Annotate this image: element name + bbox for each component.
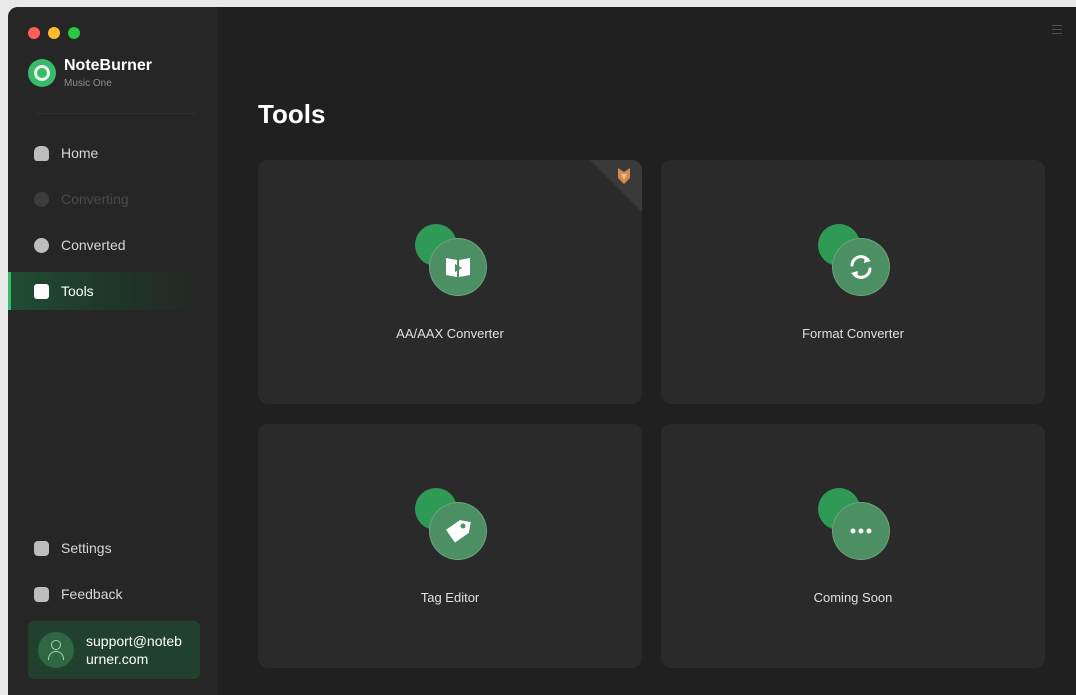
- sidebar-item-label: Feedback: [61, 586, 123, 602]
- user-icon: [38, 632, 74, 668]
- sidebar-item-feedback[interactable]: Feedback: [8, 575, 208, 613]
- clock-icon: [34, 237, 49, 253]
- sidebar-item-label: Converted: [61, 237, 126, 253]
- sidebar: NoteBurner Music One Home Converting Con…: [8, 7, 218, 695]
- tool-card-label: Coming Soon: [813, 590, 893, 605]
- tool-card-label: Tag Editor: [420, 590, 480, 605]
- brand: NoteBurner Music One: [28, 57, 152, 89]
- toolbox-icon: [34, 283, 49, 299]
- window-controls: [28, 27, 80, 39]
- sidebar-item-converting[interactable]: Converting: [8, 180, 208, 218]
- tool-card-label: Format Converter: [802, 326, 904, 341]
- sidebar-item-converted[interactable]: Converted: [8, 226, 208, 264]
- noteburner-logo-icon: [28, 59, 56, 87]
- main-content: Tools AA/AAX Converter Format Converter …: [218, 7, 1076, 695]
- tool-card-coming-soon[interactable]: Coming Soon: [661, 424, 1045, 668]
- sidebar-item-label: Converting: [61, 191, 129, 207]
- zoom-window-button[interactable]: [68, 27, 80, 39]
- sidebar-divider: [36, 113, 196, 114]
- user-email: support@noteburner.com: [86, 633, 182, 667]
- minimize-window-button[interactable]: [48, 27, 60, 39]
- app-name: NoteBurner: [64, 57, 153, 74]
- audiobook-play-icon: [429, 238, 487, 296]
- app-subtitle: Music One: [64, 78, 112, 89]
- more-dots-icon: [832, 502, 890, 560]
- sidebar-item-label: Settings: [61, 540, 112, 556]
- page-title: Tools: [258, 99, 326, 129]
- app-window: NoteBurner Music One Home Converting Con…: [8, 7, 1076, 695]
- fox-pro-badge-icon: [590, 160, 642, 212]
- sidebar-item-tools[interactable]: Tools: [8, 272, 208, 310]
- tool-card-label: AA/AAX Converter: [396, 326, 504, 341]
- mail-icon: [34, 586, 49, 602]
- gear-icon: [34, 540, 49, 556]
- user-account-card[interactable]: support@noteburner.com: [28, 621, 200, 679]
- tool-card-tag-editor[interactable]: Tag Editor: [258, 424, 642, 668]
- hamburger-menu-icon[interactable]: [1052, 25, 1062, 37]
- converting-icon: [34, 191, 49, 207]
- refresh-convert-icon: [832, 238, 890, 296]
- tag-icon: [429, 502, 487, 560]
- sidebar-item-label: Tools: [61, 283, 94, 299]
- sidebar-item-settings[interactable]: Settings: [8, 529, 208, 567]
- sidebar-item-home[interactable]: Home: [8, 134, 208, 172]
- tool-card-aa-aax-converter[interactable]: AA/AAX Converter: [258, 160, 642, 404]
- tool-card-format-converter[interactable]: Format Converter: [661, 160, 1045, 404]
- sidebar-item-label: Home: [61, 145, 99, 161]
- home-icon: [34, 145, 49, 161]
- close-window-button[interactable]: [28, 27, 40, 39]
